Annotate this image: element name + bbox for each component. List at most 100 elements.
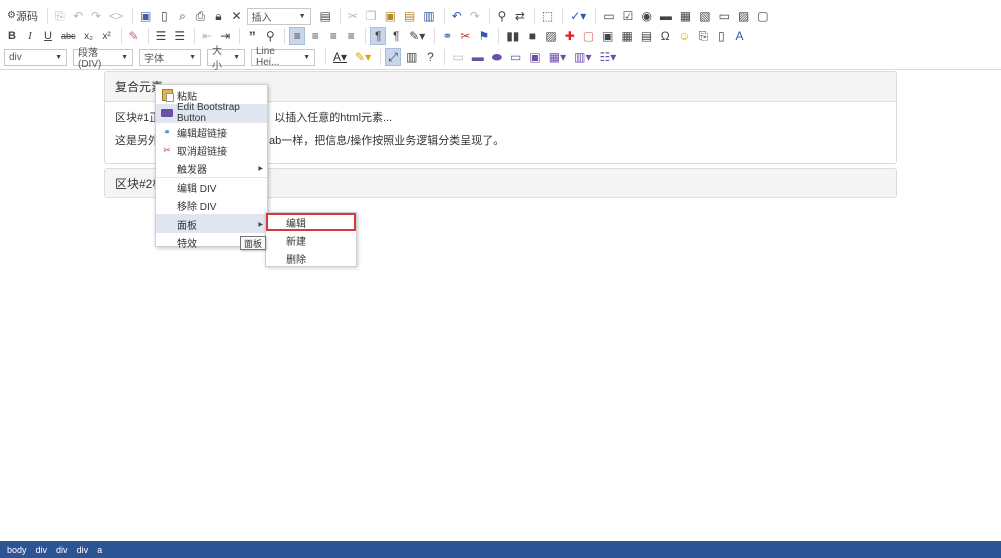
bold-button[interactable]: B (4, 27, 20, 45)
paragraph-format-combo[interactable]: 段落(DIV) ▼ (73, 48, 133, 70)
path-item-div[interactable]: div (77, 545, 89, 555)
binoculars-icon[interactable]: ⚲ (262, 27, 278, 45)
template-icon[interactable]: ▤ (317, 7, 334, 25)
help-icon[interactable]: ? (422, 48, 438, 66)
maximize-icon[interactable]: ⤢ (385, 48, 402, 66)
bulleted-list-icon[interactable]: ☰ (171, 27, 188, 45)
bootstrap-columns-icon[interactable]: ▥▾ (571, 48, 594, 66)
menu-item-edit-div[interactable]: 编辑 DIV (156, 178, 267, 196)
superscript-button[interactable]: x² (99, 27, 115, 45)
bootstrap-panel-icon[interactable]: ▣ (526, 48, 543, 66)
flash-icon[interactable]: ▢ (580, 27, 597, 45)
font-size-combo[interactable]: 大小 ▼ (207, 46, 245, 72)
bootstrap-container-icon[interactable]: ▭ (449, 48, 466, 66)
paste-word-icon[interactable]: ▥ (420, 7, 437, 25)
link-icon[interactable]: ⚭ (439, 27, 455, 45)
spellcheck-icon[interactable]: ✓▾ (567, 7, 589, 25)
add-icon[interactable]: ✚ (562, 27, 578, 45)
redo-disabled-icon[interactable]: ↷ (88, 7, 104, 25)
text-color-icon[interactable]: A▾ (330, 48, 350, 66)
background-color-icon[interactable]: ✎▾ (352, 48, 374, 66)
textfield-icon[interactable]: ▬ (657, 7, 675, 25)
horizontal-rule-icon[interactable]: ▤ (638, 27, 655, 45)
path-item-body[interactable]: body (7, 545, 27, 555)
ltr-icon[interactable]: ¶ (370, 27, 387, 45)
find-icon[interactable]: ⚲ (494, 7, 510, 25)
new-page-icon[interactable]: ▯ (156, 7, 172, 25)
path-item-div[interactable]: div (56, 545, 68, 555)
print-icon[interactable]: ⎙ (192, 7, 208, 25)
redo-icon[interactable]: ↷ (467, 7, 483, 25)
align-center-icon[interactable]: ≡ (307, 27, 323, 45)
preview-icon[interactable]: ⌕ (174, 7, 190, 25)
menu-item-trigger[interactable]: 触发器 ▶ (156, 159, 267, 177)
bootstrap-list-icon[interactable]: ☷▾ (596, 48, 619, 66)
menu-item-unlink[interactable]: ✂ 取消超链接 (156, 141, 267, 159)
undo-icon[interactable]: ↶ (449, 7, 465, 25)
replace-icon[interactable]: ⇄ (512, 7, 528, 25)
special-char-icon[interactable]: Ω (657, 27, 673, 45)
styles-combo[interactable]: div ▼ (4, 48, 67, 66)
submenu-item-edit[interactable]: 编辑 (266, 213, 356, 231)
button-icon[interactable]: ▭ (716, 7, 733, 25)
close-icon[interactable]: ✕ (228, 7, 244, 25)
lock-icon[interactable]: 🔒︎ (210, 7, 226, 25)
path-item-div[interactable]: div (36, 545, 48, 555)
document-icon[interactable]: ▯ (713, 27, 729, 45)
source-button[interactable]: ⚙ 源码 (4, 7, 41, 25)
paste-icon[interactable]: ▣ (382, 7, 399, 25)
numbered-list-icon[interactable]: ☰ (153, 27, 170, 45)
image-icon[interactable]: ▨ (542, 27, 559, 45)
unlink-icon[interactable]: ✂ (457, 27, 473, 45)
select-all-icon[interactable]: ⬚ (539, 7, 556, 25)
show-blocks-icon[interactable]: ▥ (403, 48, 420, 66)
cut-icon[interactable]: ⎘ (52, 7, 68, 25)
rtl-icon[interactable]: ¶ (388, 27, 404, 45)
paste-text-icon[interactable]: ▤ (401, 7, 418, 25)
form-icon[interactable]: ▭ (600, 7, 617, 25)
submenu-item-delete[interactable]: 删除 (266, 249, 356, 267)
media-icon[interactable]: ■ (524, 27, 540, 45)
save-icon[interactable]: ▣ (137, 7, 154, 25)
smiley-icon[interactable]: ☺ (675, 27, 693, 45)
line-height-combo[interactable]: Line Hei... ▼ (251, 46, 315, 68)
image-button-icon[interactable]: ▨ (735, 7, 752, 25)
bootstrap-badge-icon[interactable]: ⬬ (489, 48, 505, 66)
strikethrough-button[interactable]: abc (58, 27, 79, 45)
align-left-icon[interactable]: ≡ (289, 27, 306, 45)
hidden-field-icon[interactable]: ▢ (754, 7, 771, 25)
select-icon[interactable]: ▧ (696, 7, 713, 25)
chart-icon[interactable]: ▮▮ (503, 27, 522, 45)
subscript-button[interactable]: x₂ (81, 27, 97, 45)
radio-icon[interactable]: ◉ (638, 7, 654, 25)
underline-button[interactable]: U (40, 27, 56, 45)
copy-icon[interactable]: ❐ (363, 7, 380, 25)
remove-format-icon[interactable]: ✎ (126, 27, 142, 45)
scissors-icon[interactable]: ✂ (345, 7, 361, 25)
bootstrap-grid-icon[interactable]: ▦▾ (546, 48, 569, 66)
bootstrap-button-icon[interactable]: ▬ (469, 48, 487, 66)
code-icon[interactable]: <> (106, 7, 126, 25)
align-right-icon[interactable]: ≡ (325, 27, 341, 45)
bootstrap-label-icon[interactable]: ▭ (507, 48, 524, 66)
menu-item-remove-div[interactable]: 移除 DIV (156, 196, 267, 214)
textarea-icon[interactable]: ▦ (677, 7, 694, 25)
undo-disabled-icon[interactable]: ↶ (70, 7, 86, 25)
checkbox-icon[interactable]: ☑ (620, 7, 637, 25)
menu-item-panel[interactable]: 面板 ▶ (156, 215, 267, 233)
blockquote-button[interactable]: ” (244, 27, 260, 45)
font-style-icon[interactable]: A (731, 27, 747, 45)
path-item-a[interactable]: a (97, 545, 102, 555)
menu-item-edit-bootstrap-button[interactable]: Edit Bootstrap Button (156, 102, 267, 124)
submenu-item-new[interactable]: 新建 (266, 231, 356, 249)
table-icon[interactable]: ▦ (619, 27, 636, 45)
align-justify-icon[interactable]: ≡ (343, 27, 359, 45)
pagebreak-icon[interactable]: ⎘ (695, 27, 711, 45)
font-combo[interactable]: 字体 ▼ (139, 48, 201, 66)
italic-button[interactable]: I (22, 27, 38, 45)
iframe-icon[interactable]: ▣ (599, 27, 616, 45)
anchor-icon[interactable]: ⚑ (475, 27, 492, 45)
insert-combo[interactable]: 插入 ▼ (246, 7, 311, 25)
language-icon[interactable]: ✎▾ (406, 27, 428, 45)
menu-item-edit-link[interactable]: ⚭ 编辑超链接 (156, 123, 267, 141)
